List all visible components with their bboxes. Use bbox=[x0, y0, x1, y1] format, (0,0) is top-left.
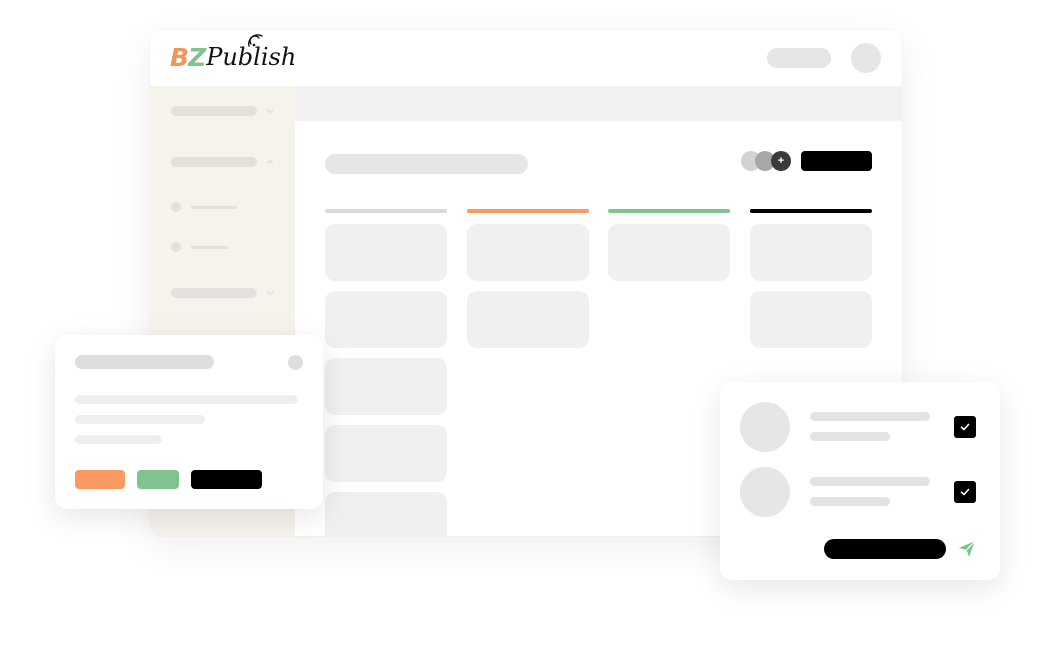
task-status-dot[interactable] bbox=[288, 355, 303, 370]
column-header-bar-black bbox=[750, 209, 872, 213]
logo-bz: BZ bbox=[170, 42, 206, 72]
task-title-placeholder bbox=[75, 355, 214, 369]
chevron-down-icon[interactable] bbox=[265, 288, 275, 298]
top-bar: BZ Publish bbox=[150, 30, 902, 86]
bzpublish-logo[interactable]: BZ Publish bbox=[170, 34, 296, 74]
assignee-avatar bbox=[740, 402, 790, 452]
sidebar-subitem-1[interactable] bbox=[191, 206, 237, 209]
board-card[interactable] bbox=[325, 358, 447, 415]
board-card[interactable] bbox=[325, 224, 447, 281]
plus-icon: + bbox=[777, 154, 785, 167]
primary-action-button[interactable] bbox=[801, 151, 872, 171]
sidebar-subitem-2[interactable] bbox=[191, 246, 228, 249]
sidebar-item-1[interactable] bbox=[171, 106, 257, 116]
user-avatar[interactable] bbox=[851, 43, 881, 73]
assignee-avatar bbox=[740, 467, 790, 517]
message-input-placeholder[interactable] bbox=[824, 539, 946, 559]
task-text-line bbox=[75, 415, 205, 424]
sidebar-subitem-dot bbox=[171, 202, 181, 212]
chevron-down-icon[interactable] bbox=[265, 106, 275, 116]
check-icon bbox=[960, 488, 970, 496]
assignee-name-line bbox=[810, 477, 930, 486]
signal-icon bbox=[248, 34, 263, 47]
task-detail-card bbox=[55, 335, 323, 509]
send-icon[interactable] bbox=[956, 538, 978, 560]
column-header-bar-gray bbox=[325, 209, 447, 213]
assignee-name-line bbox=[810, 412, 930, 421]
assignee-detail-line bbox=[810, 497, 890, 506]
column-header-bar-orange bbox=[467, 209, 589, 213]
board-card[interactable] bbox=[608, 224, 730, 281]
board-card[interactable] bbox=[325, 492, 447, 536]
task-text-line bbox=[75, 395, 298, 404]
assignee-card bbox=[720, 382, 1000, 580]
board-card[interactable] bbox=[325, 425, 447, 482]
sidebar-item-3[interactable] bbox=[171, 288, 257, 298]
board-card[interactable] bbox=[325, 291, 447, 348]
green-tag-button[interactable] bbox=[137, 470, 179, 489]
column-header-bar-green bbox=[608, 209, 730, 213]
assignee-checkbox[interactable] bbox=[954, 416, 976, 438]
logo-z: Z bbox=[188, 42, 206, 72]
board-card[interactable] bbox=[467, 291, 589, 348]
black-action-button[interactable] bbox=[191, 470, 262, 489]
board-card[interactable] bbox=[750, 291, 872, 348]
sidebar-item-2[interactable] bbox=[171, 157, 257, 167]
header-button-placeholder[interactable] bbox=[767, 48, 831, 68]
orange-tag-button[interactable] bbox=[75, 470, 125, 489]
chevron-up-icon[interactable] bbox=[265, 157, 275, 167]
page-title-placeholder bbox=[325, 154, 528, 174]
task-text-line bbox=[75, 435, 162, 444]
board-card[interactable] bbox=[467, 224, 589, 281]
board-card[interactable] bbox=[750, 224, 872, 281]
logo-b: B bbox=[170, 42, 189, 72]
assignee-checkbox[interactable] bbox=[954, 481, 976, 503]
check-icon bbox=[960, 423, 970, 431]
assignee-detail-line bbox=[810, 432, 890, 441]
sidebar-subitem-dot bbox=[171, 242, 181, 252]
add-member-button[interactable]: + bbox=[771, 151, 791, 171]
toolbar bbox=[295, 86, 902, 121]
